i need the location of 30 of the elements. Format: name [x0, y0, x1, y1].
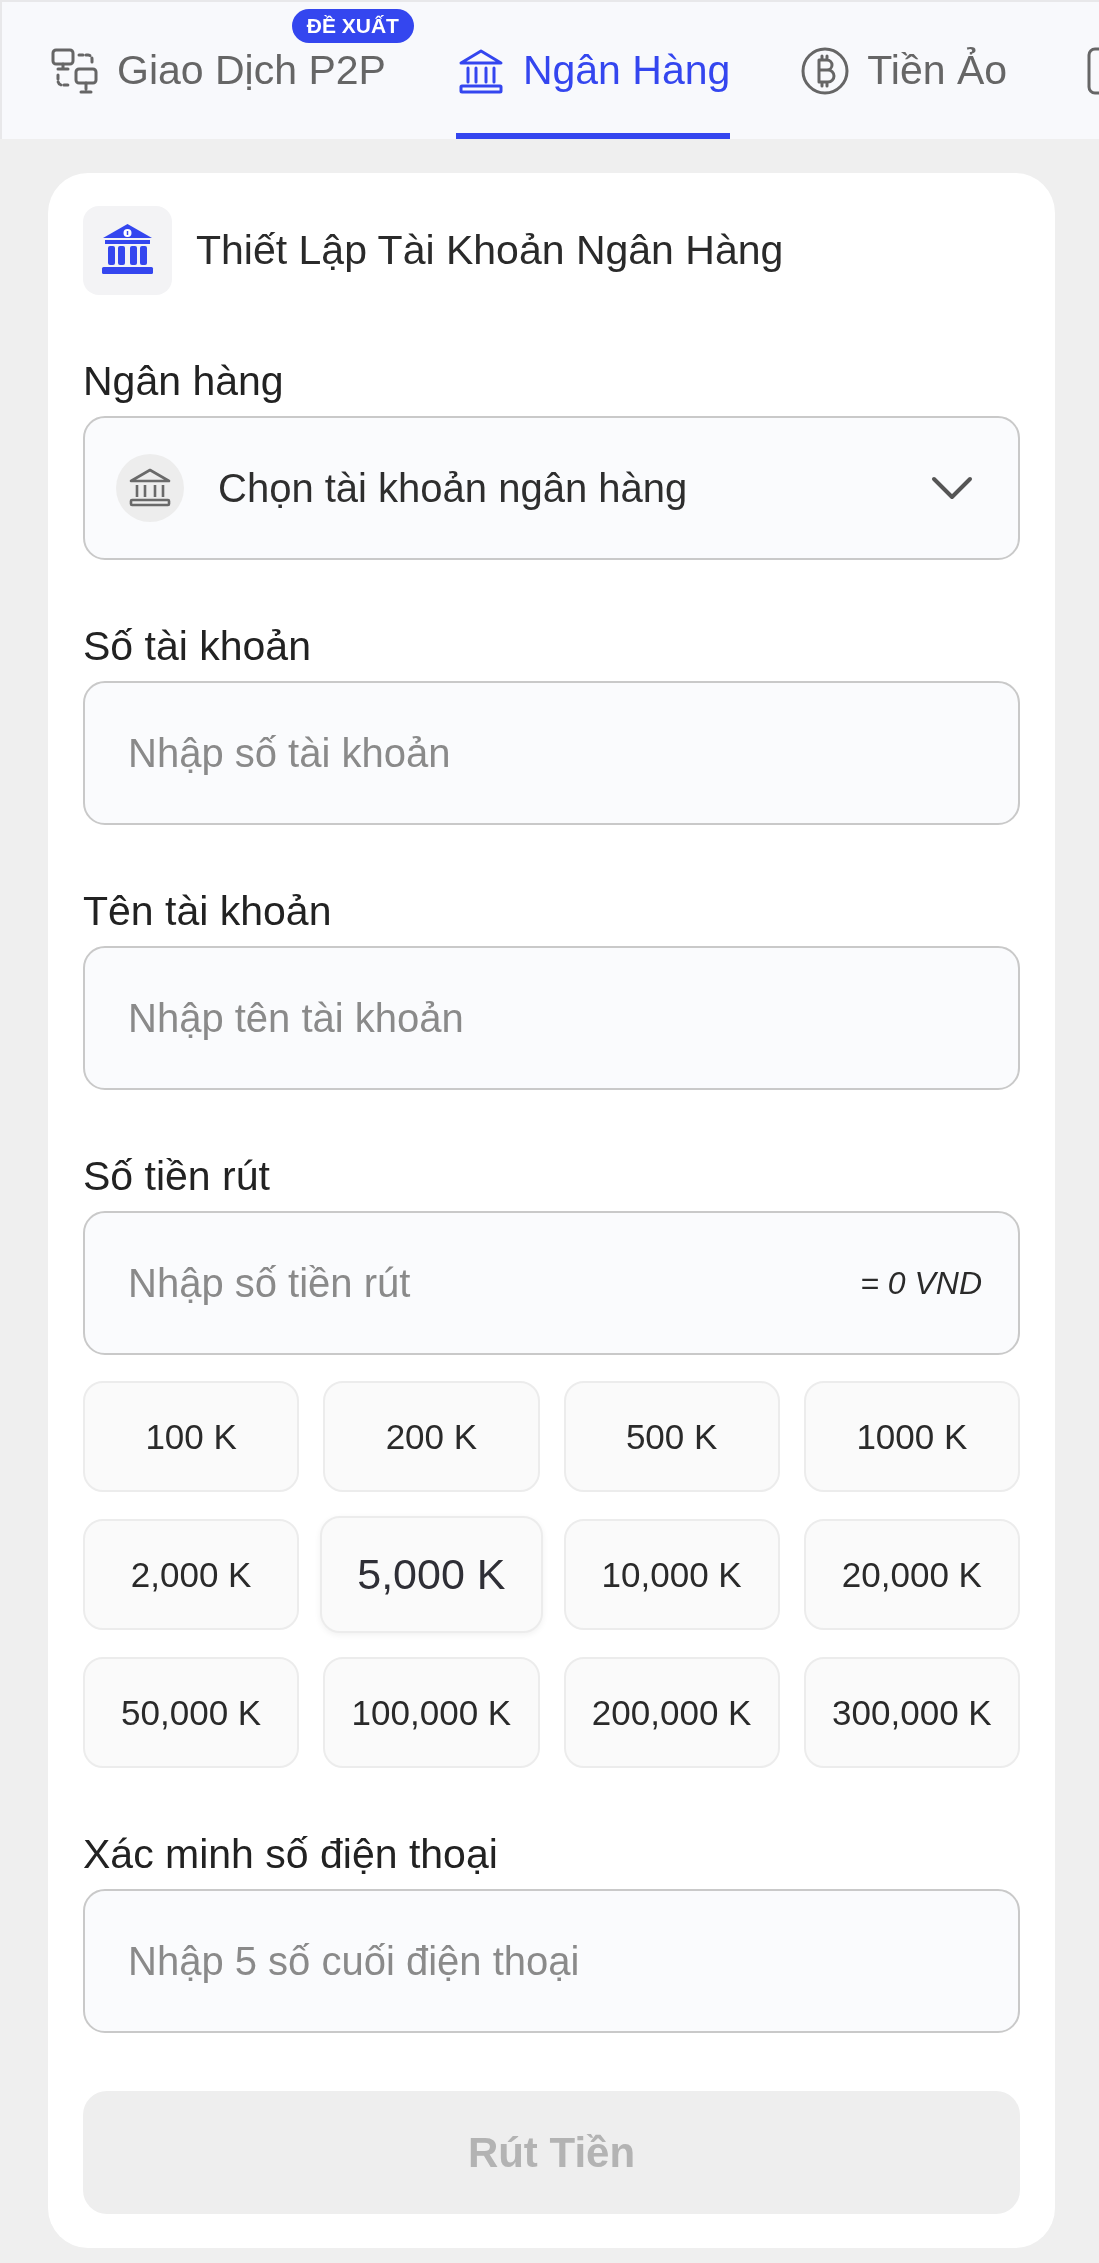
amount-button[interactable]: 100 K [83, 1381, 300, 1492]
amount-button[interactable]: 50,000 K [83, 1657, 300, 1768]
field-label: Số tiền rút [83, 1152, 271, 1200]
amount-button[interactable]: 1000 K [803, 1381, 1020, 1492]
amount-button[interactable]: 300,000 K [803, 1657, 1020, 1768]
field-label: Ngân hàng [83, 357, 285, 405]
amount-button[interactable]: 200 K [323, 1381, 540, 1492]
recommended-badge: ĐỀ XUẤT [291, 9, 414, 43]
amount-button[interactable]: 100,000 K [323, 1657, 540, 1768]
amount-button[interactable]: 20,000 K [803, 1519, 1020, 1630]
coin-icon [800, 45, 851, 96]
input-field[interactable]: Nhập số tài khoản [83, 681, 1020, 825]
bank-icon [116, 454, 184, 522]
field-label: Tên tài khoản [83, 887, 333, 935]
amount-button[interactable]: 5,000 K [320, 1516, 543, 1633]
amount-button[interactable]: 500 K [563, 1381, 780, 1492]
tab[interactable]: Ngân Hàng [455, 2, 731, 139]
field-label: Xác minh số điện thoại [83, 1830, 499, 1878]
amount-button[interactable]: 200,000 K [563, 1657, 780, 1768]
tab[interactable]: Tiền Ảo [800, 2, 1008, 139]
bank-icon [83, 206, 172, 295]
input-field[interactable]: Nhập tên tài khoản [83, 946, 1020, 1090]
bank-select[interactable]: Chọn tài khoản ngân hàng [83, 416, 1020, 560]
form-title: Thiết Lập Tài Khoản Ngân Hàng [196, 227, 784, 274]
amount-button[interactable]: 10,000 K [563, 1519, 780, 1630]
field-label: Số tài khoản [83, 622, 312, 670]
chevron-down-icon [931, 476, 973, 500]
input-field[interactable]: Nhập 5 số cuối điện thoại [83, 1889, 1020, 2033]
converted-amount: = 0 VND [860, 1264, 982, 1302]
amount-button[interactable]: 2,000 K [83, 1519, 300, 1630]
